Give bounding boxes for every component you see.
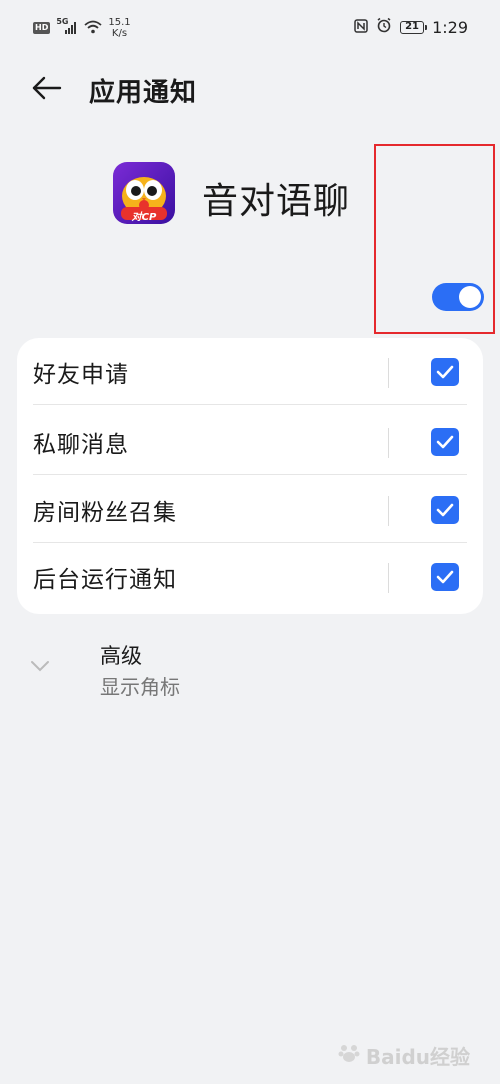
row-separator [388,428,389,458]
app-icon-badge: 对CP [131,212,157,223]
advanced-section[interactable]: 高级 显示角标 [0,636,500,706]
row-separator [388,496,389,526]
check-icon [436,570,454,583]
row-separator [388,563,389,593]
app-icon: 对CP [113,162,175,224]
wifi-icon [84,19,102,38]
list-item-private-message[interactable]: 私聊消息 [17,408,483,475]
check-icon [436,435,454,448]
status-left: HD 5G 15.1 K/s [33,17,131,39]
row-label: 好友申请 [33,361,129,388]
row-label: 私聊消息 [33,431,129,458]
checkbox-friend-request[interactable] [431,357,459,386]
checkbox-private-message[interactable] [431,427,459,456]
chevron-down-icon [30,658,50,677]
row-label: 房间粉丝召集 [33,499,177,526]
row-label: 后台运行通知 [33,566,177,593]
status-time: 1:29 [432,17,468,37]
back-arrow-icon [30,76,62,108]
notification-categories-card: 好友申请 私聊消息 房间粉丝召集 后台运行通知 [17,338,483,614]
list-item-room-fan-call[interactable]: 房间粉丝召集 [17,476,483,543]
allow-notifications-toggle[interactable] [432,283,484,311]
watermark: Baidu经验 [338,1041,470,1070]
row-separator [388,358,389,388]
speed-value: 15.1 [108,17,131,28]
battery-icon: 21 [400,20,428,34]
status-right: 21 1:29 [354,17,468,37]
page-title: 应用通知 [89,78,198,108]
nfc-icon [354,18,368,37]
network-speed: 15.1 K/s [108,17,130,39]
advanced-title: 高级 [100,644,142,668]
paw-icon [338,1042,360,1069]
toggle-knob [459,286,481,308]
check-icon [436,503,454,516]
title-bar: 应用通知 [0,60,500,116]
row-divider [33,474,467,475]
check-icon [436,365,454,378]
checkbox-room-fan-call[interactable] [431,495,459,524]
list-item-friend-request[interactable]: 好友申请 [17,338,483,405]
speed-unit: K/s [111,28,128,39]
status-bar: HD 5G 15.1 K/s 21 1:29 [0,0,500,56]
checkbox-background-running[interactable] [431,562,459,591]
advanced-subtitle: 显示角标 [100,675,180,699]
row-divider [33,404,467,405]
list-item-background-running[interactable]: 后台运行通知 [17,543,483,610]
back-button[interactable] [30,72,70,104]
cellular-signal-icon: 5G [56,17,78,35]
app-name: 音对语聊 [202,181,351,222]
alarm-icon [376,17,392,37]
hd-badge: HD [33,22,51,34]
watermark-text: Baidu经验 [365,1045,470,1069]
